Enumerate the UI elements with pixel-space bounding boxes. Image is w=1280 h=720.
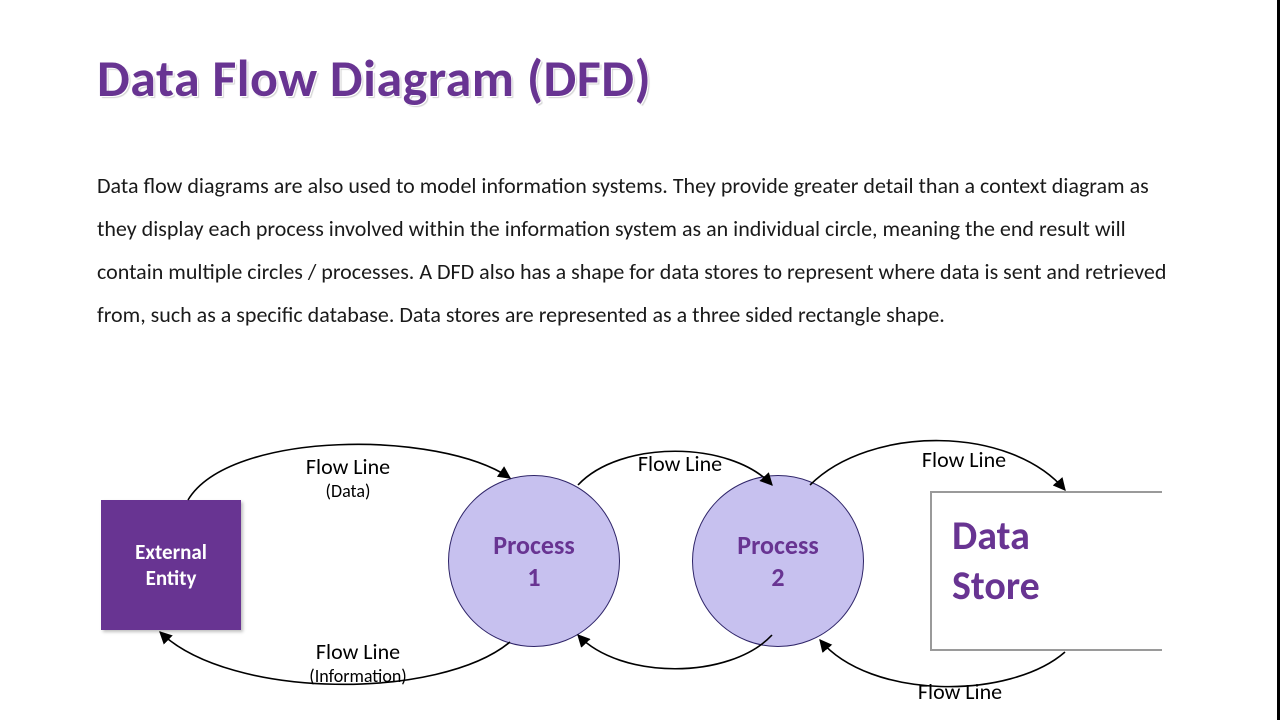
process-2-node: Process2 <box>692 475 864 647</box>
process-1-node: Process1 <box>448 475 620 647</box>
page-title: Data Flow Diagram (DFD) <box>97 46 651 110</box>
data-store-node: DataStore <box>930 491 1162 651</box>
flow-label-top-right: Flow Line <box>904 448 1024 472</box>
description-paragraph: Data flow diagrams are also used to mode… <box>97 164 1187 336</box>
flow-label-top-left-main: Flow Line <box>306 453 390 480</box>
external-entity-label: ExternalEntity <box>135 539 207 591</box>
arrow-p2-to-p1-bottom <box>578 635 772 669</box>
flow-label-top-left: Flow Line (Data) <box>278 455 418 503</box>
flow-label-bottom-left-sub: (Information) <box>278 664 438 688</box>
process-2-label: Process2 <box>737 529 818 593</box>
data-store-label: DataStore <box>952 511 1040 610</box>
process-1-label: Process1 <box>493 529 574 593</box>
flow-label-bottom-left: Flow Line (Information) <box>278 640 438 688</box>
flow-label-bottom-left-main: Flow Line <box>316 638 400 665</box>
flow-label-top-mid: Flow Line <box>620 452 740 476</box>
flow-label-top-left-sub: (Data) <box>278 479 418 503</box>
flow-label-bottom-right: Flow Line <box>900 680 1020 704</box>
external-entity-node: ExternalEntity <box>101 500 241 630</box>
